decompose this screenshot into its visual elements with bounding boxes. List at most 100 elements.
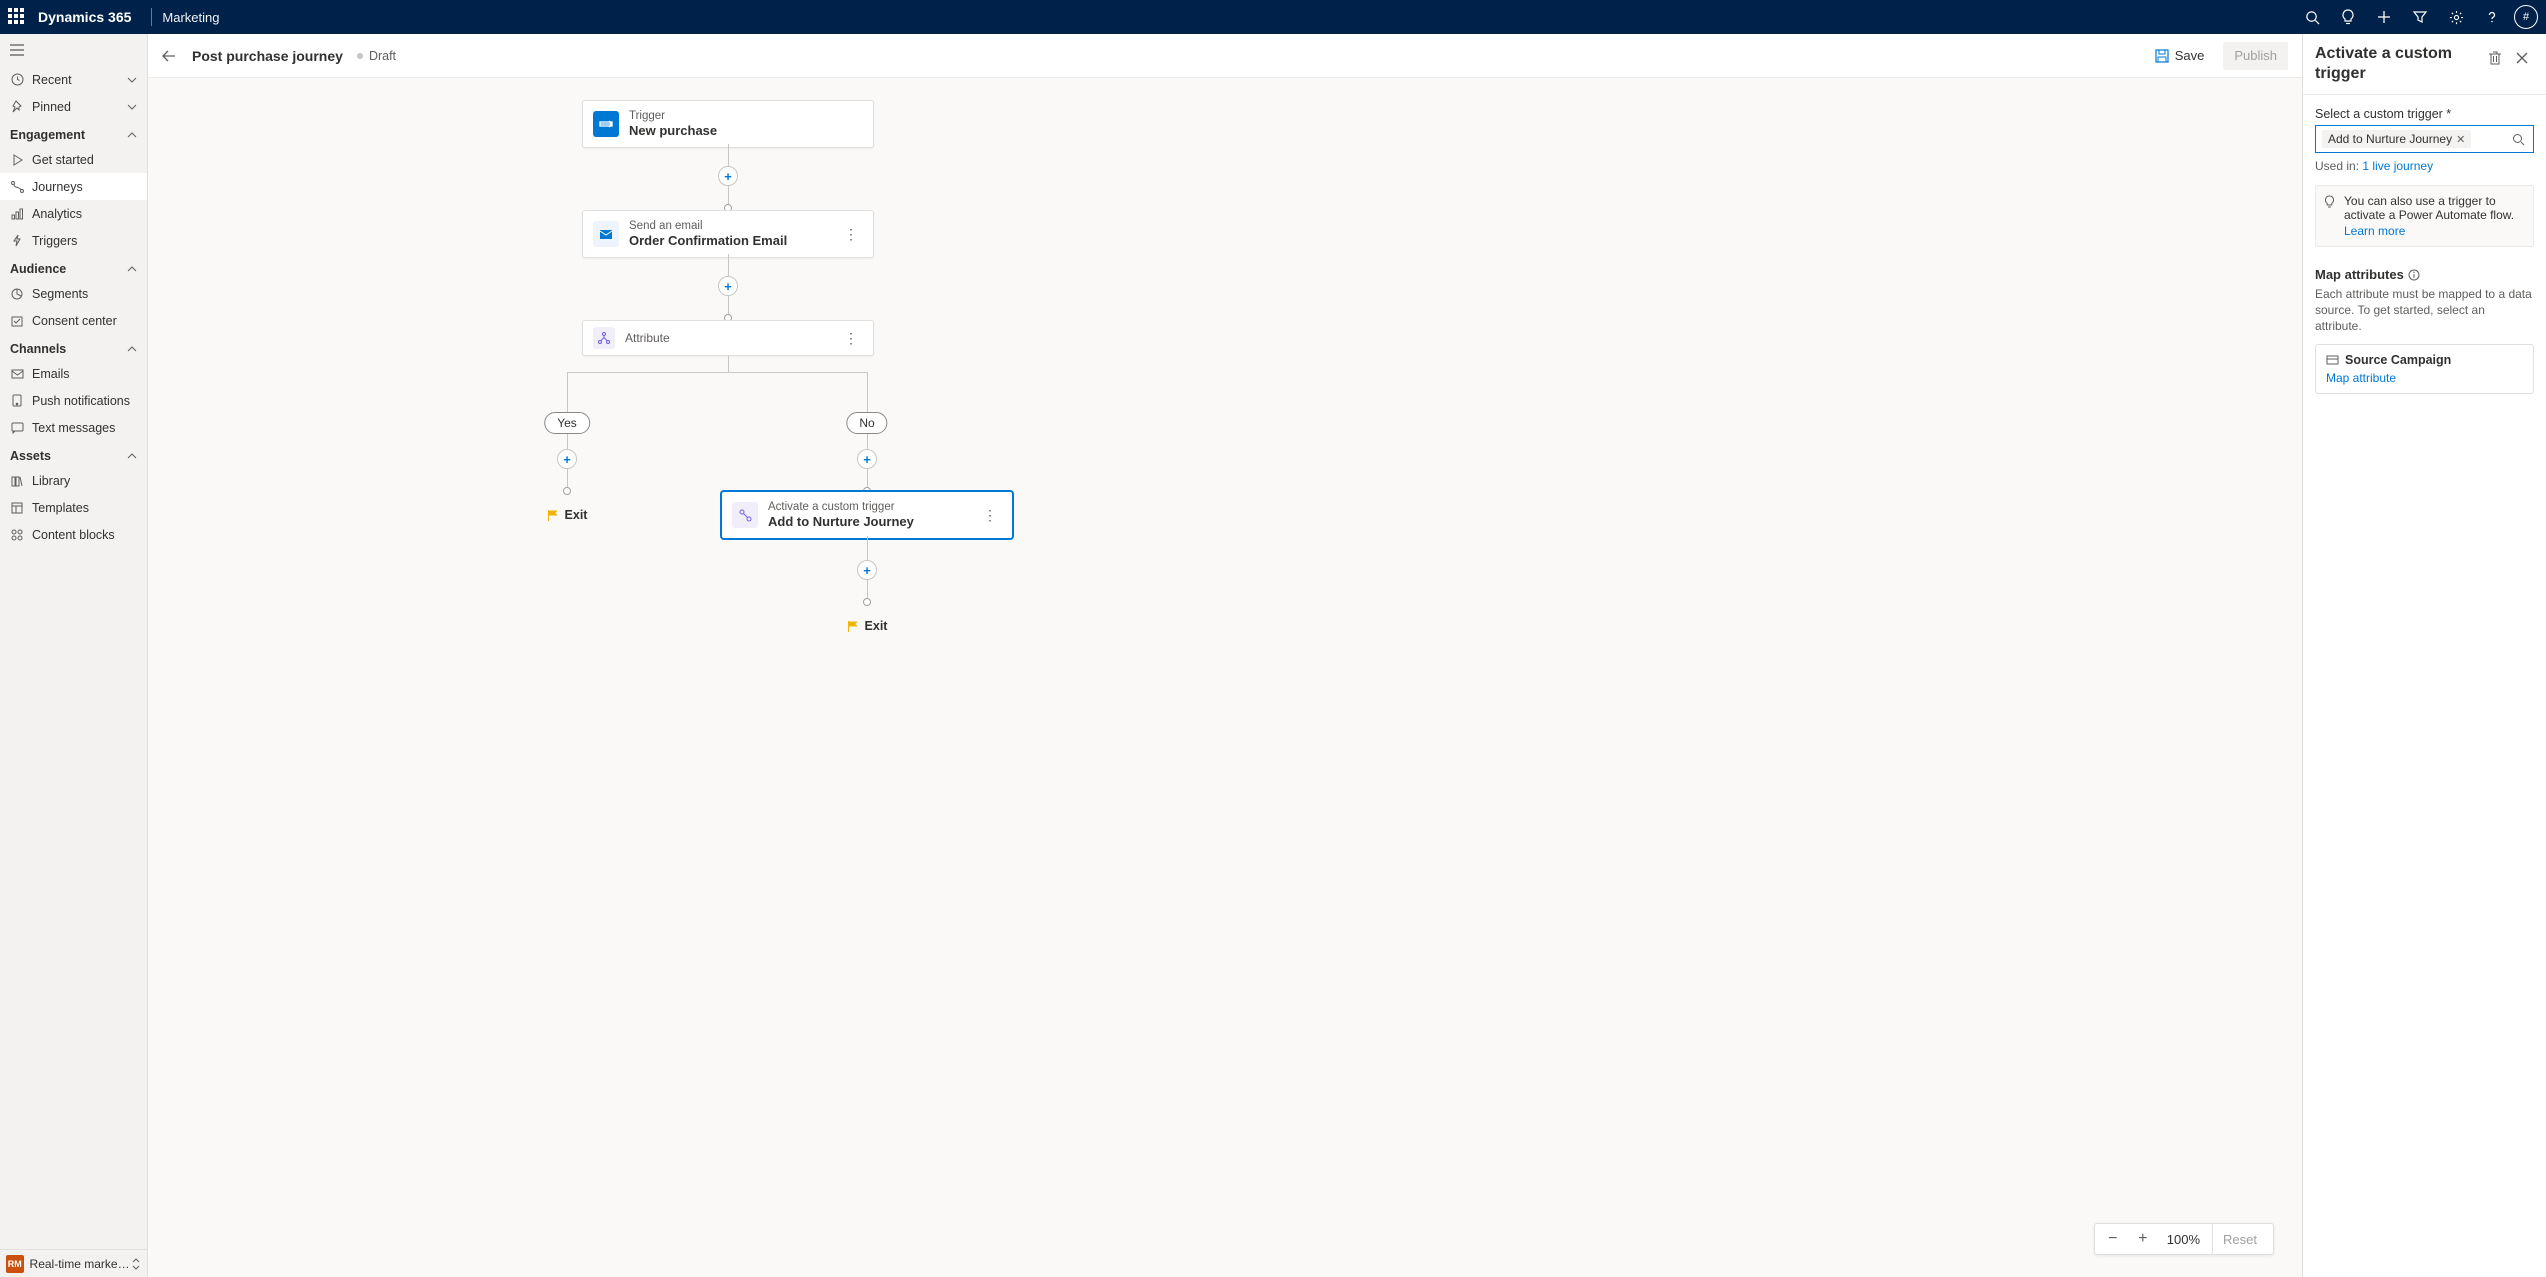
attribute-name: Source Campaign — [2345, 353, 2451, 367]
node-custom-trigger[interactable]: Activate a custom trigger Add to Nurture… — [721, 491, 1013, 539]
area-badge: RM — [6, 1255, 24, 1273]
pin-icon — [10, 100, 24, 114]
sidebar: Recent Pinned Engagement Get started Jou… — [0, 34, 148, 1277]
push-icon — [10, 394, 24, 408]
trigger-icon — [593, 111, 619, 137]
sidebar-item-label: Library — [32, 474, 70, 488]
sidebar-item-templates[interactable]: Templates — [0, 494, 147, 521]
attribute-card[interactable]: Source Campaign Map attribute — [2315, 344, 2534, 394]
node-more-icon[interactable]: ⋮ — [979, 507, 1002, 524]
sidebar-item-segments[interactable]: Segments — [0, 280, 147, 307]
close-button[interactable] — [2510, 46, 2534, 70]
sidebar-item-analytics[interactable]: Analytics — [0, 200, 147, 227]
button-label: Save — [2175, 48, 2205, 63]
node-attribute[interactable]: Attribute ⋮ — [582, 320, 874, 356]
section-title: Assets — [10, 449, 51, 463]
branch-no[interactable]: No — [846, 412, 887, 434]
divider — [151, 8, 152, 26]
sidebar-item-triggers[interactable]: Triggers — [0, 227, 147, 254]
sidebar-item-get-started[interactable]: Get started — [0, 146, 147, 173]
map-section-header: Map attributes — [2315, 267, 2534, 282]
status-dot — [357, 53, 363, 59]
canvas[interactable]: Trigger New purchase + Send an email Ord… — [148, 78, 2302, 1277]
node-more-icon[interactable]: ⋮ — [840, 330, 863, 347]
add-step-button[interactable]: + — [718, 166, 738, 186]
sidebar-item-label: Content blocks — [32, 528, 115, 542]
sidebar-item-label: Consent center — [32, 314, 117, 328]
filter-icon[interactable] — [2402, 0, 2438, 34]
info-text: You can also use a trigger to activate a… — [2344, 194, 2514, 222]
sidebar-item-journeys[interactable]: Journeys — [0, 173, 147, 200]
journey-icon — [10, 180, 24, 194]
sidebar-item-label: Templates — [32, 501, 89, 515]
search-icon[interactable] — [2294, 0, 2330, 34]
sidebar-item-label: Analytics — [32, 207, 82, 221]
add-step-button[interactable]: + — [857, 560, 877, 580]
sidebar-item-label: Get started — [32, 153, 94, 167]
sidebar-recent[interactable]: Recent — [0, 66, 147, 93]
info-icon[interactable] — [2408, 269, 2420, 281]
mail-icon — [593, 221, 619, 247]
lightbulb-icon[interactable] — [2330, 0, 2366, 34]
plus-icon[interactable] — [2366, 0, 2402, 34]
sidebar-item-library[interactable]: Library — [0, 467, 147, 494]
used-in-link[interactable]: 1 live journey — [2362, 159, 2433, 173]
sidebar-item-push[interactable]: Push notifications — [0, 387, 147, 414]
sidebar-pinned[interactable]: Pinned — [0, 93, 147, 120]
chip-remove-icon[interactable]: ✕ — [2456, 133, 2465, 146]
page-title: Post purchase journey — [192, 48, 343, 64]
node-title: Add to Nurture Journey — [768, 514, 914, 530]
branch-yes[interactable]: Yes — [544, 412, 590, 434]
exit-label: Exit — [565, 508, 588, 522]
sidebar-item-label: Segments — [32, 287, 88, 301]
section-engagement[interactable]: Engagement — [0, 120, 147, 146]
publish-button: Publish — [2223, 42, 2288, 70]
trigger-lookup[interactable]: Add to Nurture Journey ✕ — [2315, 125, 2534, 153]
app-launcher-icon[interactable] — [8, 8, 26, 26]
help-icon[interactable] — [2474, 0, 2510, 34]
mail-icon — [10, 367, 24, 381]
gear-icon[interactable] — [2438, 0, 2474, 34]
add-step-button[interactable]: + — [857, 449, 877, 469]
exit-yes: Exit — [547, 508, 588, 522]
lookup-chip[interactable]: Add to Nurture Journey ✕ — [2322, 130, 2471, 148]
avatar[interactable]: # — [2514, 5, 2538, 29]
zoom-in-button[interactable]: + — [2131, 1227, 2155, 1251]
section-audience[interactable]: Audience — [0, 254, 147, 280]
section-title: Engagement — [10, 128, 85, 142]
node-trigger[interactable]: Trigger New purchase — [582, 100, 874, 148]
hamburger-button[interactable] — [0, 34, 147, 66]
flag-icon — [847, 620, 859, 632]
clock-icon — [10, 73, 24, 87]
add-step-button[interactable]: + — [718, 276, 738, 296]
sidebar-item-content-blocks[interactable]: Content blocks — [0, 521, 147, 548]
sidebar-item-text[interactable]: Text messages — [0, 414, 147, 441]
node-label: Attribute — [625, 331, 670, 345]
learn-more-link[interactable]: Learn more — [2344, 224, 2405, 238]
map-attribute-link[interactable]: Map attribute — [2326, 371, 2396, 385]
sidebar-item-consent[interactable]: Consent center — [0, 307, 147, 334]
section-channels[interactable]: Channels — [0, 334, 147, 360]
area-switcher[interactable]: RM Real-time marketi... — [0, 1249, 147, 1277]
connector — [567, 372, 568, 412]
exit-no: Exit — [847, 619, 888, 633]
save-button[interactable]: Save — [2144, 42, 2216, 70]
lookup-search-icon[interactable] — [2508, 133, 2529, 146]
connector — [867, 372, 868, 412]
zoom-bar: − + 100% Reset — [2094, 1223, 2274, 1255]
delete-button[interactable] — [2482, 46, 2506, 70]
section-title: Channels — [10, 342, 66, 356]
zoom-out-button[interactable]: − — [2101, 1227, 2125, 1251]
app-title: Dynamics 365 — [38, 9, 131, 25]
node-email[interactable]: Send an email Order Confirmation Email ⋮ — [582, 210, 874, 258]
back-button[interactable] — [162, 50, 188, 62]
app-module[interactable]: Marketing — [162, 10, 219, 25]
node-title: New purchase — [629, 123, 717, 139]
node-more-icon[interactable]: ⋮ — [840, 226, 863, 243]
sidebar-item-emails[interactable]: Emails — [0, 360, 147, 387]
zoom-reset-button[interactable]: Reset — [2212, 1224, 2267, 1254]
sidebar-item-label: Emails — [32, 367, 70, 381]
section-assets[interactable]: Assets — [0, 441, 147, 467]
blocks-icon — [10, 528, 24, 542]
add-step-button[interactable]: + — [557, 449, 577, 469]
